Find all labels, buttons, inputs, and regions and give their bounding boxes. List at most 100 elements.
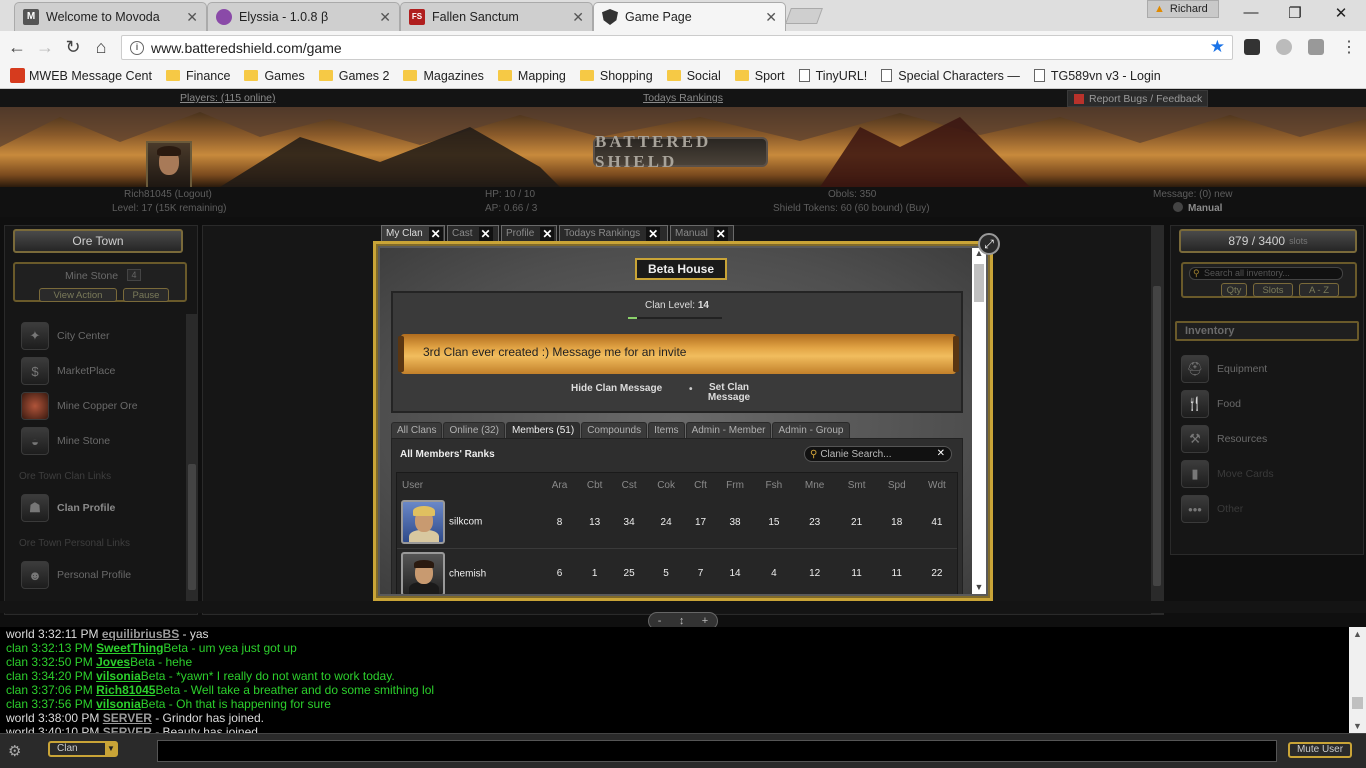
chat-username[interactable]: Rich81045 <box>96 683 155 697</box>
hide-clan-message-link[interactable]: Hide Clan Message <box>571 383 662 394</box>
info-icon[interactable]: i <box>130 40 144 55</box>
inventory-search-input[interactable]: ⚲ Search all inventory... <box>1189 267 1343 280</box>
column-header[interactable]: Wdt <box>917 473 957 497</box>
set-clan-message-link[interactable]: Set Clan Message <box>698 383 760 403</box>
left-panel-scrollbar[interactable] <box>186 314 198 604</box>
inventory-equipment[interactable]: ⛑ Equipment <box>1181 354 1267 384</box>
bookmark-item[interactable]: Mapping <box>497 69 566 83</box>
new-tab-button[interactable] <box>785 8 823 24</box>
address-bar[interactable]: i www.batteredshield.com/game ★ <box>121 35 1233 60</box>
chat-channel-select[interactable]: Clan ▼ <box>48 741 118 757</box>
nav-item-personal-profile[interactable]: ☻ Personal Profile <box>21 560 131 590</box>
extension-icon[interactable] <box>1244 39 1260 55</box>
view-action-button[interactable]: View Action <box>39 288 117 302</box>
clear-search-icon[interactable]: ✕ <box>937 448 945 459</box>
shield-tokens[interactable]: Shield Tokens: 60 (60 bound) (Buy) <box>773 203 930 214</box>
manual-link[interactable]: Manual <box>1188 203 1222 214</box>
member-name[interactable]: chemish <box>449 568 486 579</box>
report-bugs-button[interactable]: Report Bugs / Feedback <box>1067 90 1208 107</box>
bookmark-item[interactable]: TG589vn v3 - Login <box>1033 69 1161 83</box>
column-header[interactable]: Ara <box>542 473 577 497</box>
bookmark-item[interactable]: Shopping <box>579 69 653 83</box>
member-name[interactable]: silkcom <box>449 517 482 528</box>
messages-link[interactable]: Message: (0) new <box>1153 189 1232 200</box>
bookmark-star-icon[interactable]: ★ <box>1210 37 1225 57</box>
chat-username[interactable]: SERVER <box>103 711 152 725</box>
inventory-other[interactable]: ••• Other <box>1181 494 1243 524</box>
minimize-icon[interactable]: — <box>1236 4 1266 21</box>
inventory-food[interactable]: 🍴 Food <box>1181 389 1241 419</box>
chat-username[interactable]: SERVER <box>103 725 152 733</box>
chat-username[interactable]: vilsonia <box>96 697 141 711</box>
subtab-members[interactable]: Members (51) <box>505 422 581 438</box>
bookmark-item[interactable]: Games <box>244 69 305 83</box>
bookmark-item[interactable]: Sport <box>734 69 785 83</box>
close-tab-icon[interactable]: ✕ <box>186 9 198 26</box>
close-tab-icon[interactable]: ✕ <box>572 9 584 26</box>
reload-icon[interactable]: ↻ <box>62 37 84 58</box>
subtab-all-clans[interactable]: All Clans <box>391 422 443 438</box>
browser-tab[interactable]: Elyssia - 1.0.8 β ✕ <box>207 2 400 31</box>
forward-arrow-icon[interactable]: → <box>34 37 56 58</box>
nav-item-clan-profile[interactable]: ☗ Clan Profile <box>21 493 115 523</box>
close-tab-icon[interactable]: ✕ <box>379 9 391 26</box>
bookmark-item[interactable]: Games 2 <box>318 69 389 83</box>
bookmark-item[interactable]: TinyURL! <box>798 69 867 83</box>
column-header[interactable]: Cbt <box>577 473 612 497</box>
subtab-online[interactable]: Online (32) <box>443 422 505 438</box>
clan-window-scrollbar[interactable]: ▲ ▼ <box>972 248 986 594</box>
user-cell[interactable]: chemish <box>397 548 542 594</box>
nav-item-city-center[interactable]: ✦ City Center <box>21 321 110 351</box>
browser-tab[interactable]: FS Fallen Sanctum ✕ <box>400 2 593 31</box>
expand-window-icon[interactable]: ⤢ <box>978 233 1000 255</box>
close-icon[interactable]: ✕ <box>478 226 493 241</box>
player-avatar[interactable] <box>146 141 192 189</box>
chat-username[interactable]: Joves <box>96 655 130 669</box>
nav-item-mine-copper-ore[interactable]: Mine Copper Ore <box>21 391 138 421</box>
home-icon[interactable]: ⌂ <box>90 37 112 58</box>
member-avatar[interactable] <box>401 500 445 545</box>
mute-user-button[interactable]: Mute User <box>1288 742 1352 758</box>
sort-slots-button[interactable]: Slots <box>1253 283 1293 297</box>
browser-tab-active[interactable]: Game Page ✕ <box>593 2 786 31</box>
chat-username[interactable]: equilibriusBS <box>102 627 179 641</box>
player-name-logout[interactable]: Rich81045 (Logout) <box>124 189 212 200</box>
scroll-up-icon[interactable]: ▲ <box>1353 629 1362 639</box>
tab-todays-rankings[interactable]: Todays Rankings ✕ <box>559 225 668 241</box>
menu-kebab-icon[interactable]: ⋮ <box>1338 37 1360 57</box>
column-header[interactable]: Fsh <box>755 473 793 497</box>
todays-rankings-link[interactable]: Todays Rankings <box>643 92 723 104</box>
drag-arrows-icon[interactable]: ↕ <box>679 615 685 627</box>
member-avatar[interactable] <box>401 551 445 594</box>
main-scrollbar[interactable] <box>1151 226 1163 614</box>
pause-button[interactable]: Pause <box>123 288 169 302</box>
scrollbar-thumb[interactable] <box>188 464 196 590</box>
bookmark-item[interactable]: Special Characters — <box>881 69 1020 83</box>
browser-tab[interactable]: M Welcome to Movoda ✕ <box>14 2 207 31</box>
shrink-chat-button[interactable]: - <box>658 615 662 627</box>
bookmark-item[interactable]: Social <box>666 69 721 83</box>
inventory-resources[interactable]: ⚒ Resources <box>1181 424 1267 454</box>
players-online-link[interactable]: Players: (115 online) <box>180 92 276 104</box>
inventory-move-cards[interactable]: ▮ Move Cards <box>1181 459 1274 489</box>
profile-button[interactable]: ▲ Richard <box>1147 0 1219 18</box>
tab-manual[interactable]: Manual ✕ <box>670 225 734 241</box>
close-window-icon[interactable]: ✕ <box>1326 4 1356 22</box>
subtab-items[interactable]: Items <box>648 422 685 438</box>
user-cell[interactable]: silkcom <box>397 497 542 549</box>
column-header[interactable]: Cst <box>612 473 646 497</box>
extension-icon[interactable] <box>1276 39 1292 55</box>
bookmark-item[interactable]: Magazines <box>403 69 484 83</box>
scroll-down-icon[interactable]: ▼ <box>1353 721 1362 731</box>
chat-username[interactable]: SweetThing <box>96 641 163 655</box>
scrollbar-thumb[interactable] <box>1352 697 1363 709</box>
column-header[interactable]: Smt <box>837 473 877 497</box>
scrollbar-thumb[interactable] <box>974 264 984 302</box>
restore-icon[interactable]: ❐ <box>1280 4 1310 22</box>
grow-chat-button[interactable]: + <box>702 615 708 627</box>
subtab-admin-group[interactable]: Admin - Group <box>772 422 850 438</box>
bookmark-item[interactable]: MWEB Message Cent <box>10 68 152 83</box>
scrollbar-thumb[interactable] <box>1153 286 1161 586</box>
column-header[interactable]: Cok <box>646 473 686 497</box>
back-arrow-icon[interactable]: ← <box>6 37 28 58</box>
